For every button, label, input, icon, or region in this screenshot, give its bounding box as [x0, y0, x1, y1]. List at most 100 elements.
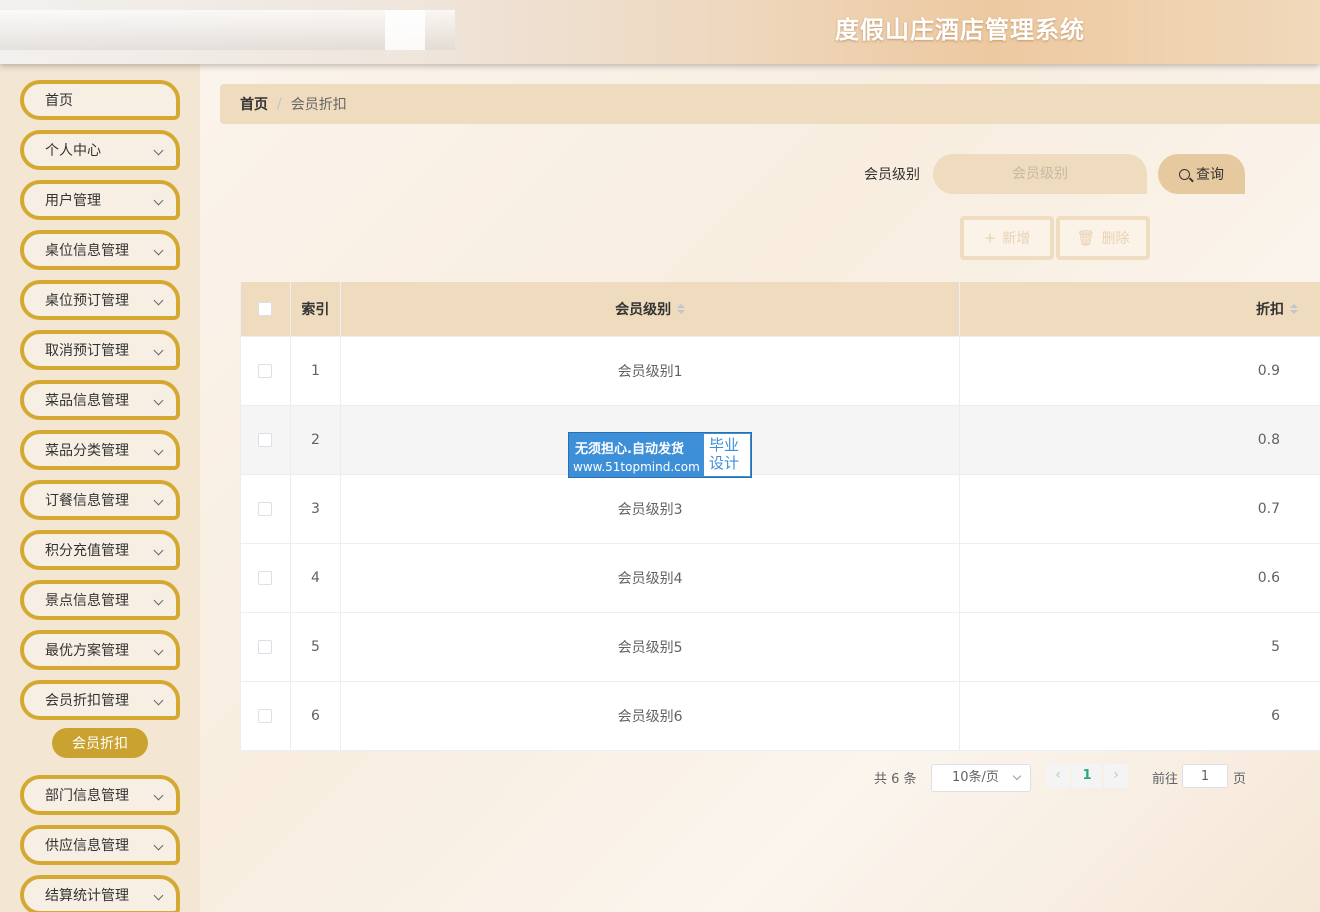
header-checkbox-cell: [241, 282, 291, 337]
sidebar-item-label: 桌位预订管理: [45, 293, 129, 309]
table-row[interactable]: 5 会员级别5 5: [241, 613, 1320, 682]
watermark-box: 毕业设计: [704, 434, 750, 476]
sidebar-subitem-active[interactable]: 会员折扣: [52, 728, 148, 758]
sidebar-item[interactable]: 桌位信息管理: [20, 230, 180, 270]
chevron-down-icon: [153, 595, 164, 606]
table-row[interactable]: 2会员级别20.8: [241, 406, 1320, 475]
sidebar-item[interactable]: 部门信息管理: [20, 775, 180, 815]
sidebar-item[interactable]: 菜品分类管理: [20, 430, 180, 470]
header-decoration: [0, 10, 455, 50]
member-discount-table: 索引 会员级别 折扣 1会员级别10.92会员级别20.83会员级别30.74会…: [240, 282, 1320, 751]
cell-discount: 0.8: [1257, 432, 1280, 448]
top-header: 度假山庄酒店管理系统: [0, 0, 1320, 64]
table-body: 1会员级别10.92会员级别20.83会员级别30.74会员级别40.65会员级…: [241, 337, 1320, 751]
goto-page-input[interactable]: [1182, 764, 1228, 788]
sidebar-item[interactable]: 订餐信息管理: [20, 480, 180, 520]
cell-discount: 0.7: [1257, 501, 1280, 517]
prev-page-button[interactable]: ‹: [1046, 764, 1070, 788]
row-checkbox[interactable]: [258, 364, 273, 378]
select-all-checkbox[interactable]: [258, 302, 273, 316]
query-button[interactable]: 查询: [1158, 154, 1245, 194]
sidebar-item-label: 结算统计管理: [45, 888, 129, 904]
sidebar-item-label: 菜品分类管理: [45, 443, 129, 459]
row-checkbox[interactable]: [258, 709, 273, 723]
sidebar-item[interactable]: 结算统计管理: [20, 875, 180, 912]
sidebar-item-label: 部门信息管理: [45, 788, 129, 804]
sidebar-item-label: 景点信息管理: [45, 593, 129, 609]
sidebar-item-label: 供应信息管理: [45, 838, 129, 854]
trash-icon: 🗑: [1076, 229, 1096, 247]
member-level-search-input[interactable]: [933, 154, 1147, 194]
app-title: 度假山庄酒店管理系统: [835, 16, 1085, 44]
column-header-index: 索引: [290, 282, 341, 337]
sidebar-item[interactable]: 取消预订管理: [20, 330, 180, 370]
sidebar-item[interactable]: 用户管理: [20, 180, 180, 220]
table-row[interactable]: 6 会员级别6 6: [241, 682, 1320, 751]
sidebar-item-label: 个人中心: [45, 143, 101, 159]
sidebar-item-label: 取消预订管理: [45, 343, 129, 359]
sidebar-item[interactable]: 积分充值管理: [20, 530, 180, 570]
row-checkbox[interactable]: [258, 640, 273, 654]
chevron-down-icon: [153, 295, 164, 306]
sidebar-item[interactable]: 桌位预订管理: [20, 280, 180, 320]
row-checkbox[interactable]: [258, 571, 273, 585]
row-checkbox-cell: [241, 406, 291, 474]
sidebar-item[interactable]: 景点信息管理: [20, 580, 180, 620]
sidebar-item-label: 用户管理: [45, 193, 101, 209]
sidebar-item[interactable]: 菜品信息管理: [20, 380, 180, 420]
row-checkbox[interactable]: [258, 433, 273, 447]
page-size-select[interactable]: 10条/页: [931, 764, 1031, 792]
sidebar: 首页个人中心用户管理桌位信息管理 桌位预订管理 取消预订管理菜品信息管理菜品分类管理…: [0, 64, 200, 912]
sidebar-item[interactable]: 会员折扣管理: [20, 680, 180, 720]
sort-icon[interactable]: [677, 304, 686, 314]
table-row[interactable]: 4 会员级别4 0.6: [241, 544, 1320, 613]
page-unit-label: 页: [1233, 772, 1247, 787]
cell-member-level: 会员级别1: [341, 337, 961, 405]
chevron-down-icon: [153, 790, 164, 801]
breadcrumb: 首页 / 会员折扣: [220, 84, 1320, 124]
row-checkbox[interactable]: [258, 502, 273, 516]
cell-member-level: 会员级别4: [341, 544, 961, 612]
delete-button[interactable]: 🗑 删除: [1056, 216, 1150, 260]
sidebar-item[interactable]: 最优方案管理: [20, 630, 180, 670]
row-checkbox-cell: [241, 337, 291, 405]
cell-member-level: 会员级别3: [341, 475, 961, 543]
add-button[interactable]: + 新增: [960, 216, 1054, 260]
chevron-down-icon: [153, 345, 164, 356]
cell-discount: 5: [1271, 639, 1280, 655]
chevron-down-icon: [153, 145, 164, 156]
cell-discount: 0.9: [1257, 363, 1280, 379]
cell-index: 4: [291, 544, 341, 612]
table-row[interactable]: 1 会员级别1 0.9: [241, 337, 1320, 406]
sort-icon[interactable]: [1289, 304, 1298, 314]
sidebar-item[interactable]: 首页: [20, 80, 180, 120]
next-page-button[interactable]: ›: [1104, 764, 1128, 788]
sidebar-item-label: 订餐信息管理: [45, 493, 129, 509]
chevron-down-icon: [153, 495, 164, 506]
row-checkbox-cell: [241, 544, 291, 612]
chevron-down-icon: [153, 890, 164, 901]
sidebar-item[interactable]: 个人中心: [20, 130, 180, 170]
cell-index: 3: [291, 475, 341, 543]
chevron-down-icon: [153, 840, 164, 851]
column-header-member-level[interactable]: 会员级别: [340, 282, 961, 337]
table-row[interactable]: 3 会员级别3 0.7: [241, 475, 1320, 544]
chevron-down-icon: [153, 195, 164, 206]
sidebar-item-label: 桌位信息管理: [45, 243, 129, 259]
main-content: 首页 / 会员折扣 会员级别 查询 + 新增 🗑 删除 索引 会员级别 折扣: [200, 64, 1320, 912]
page-size-value: 10条/页: [952, 770, 999, 785]
chevron-down-icon: [153, 645, 164, 656]
cell-member-level: 会员级别6: [341, 682, 961, 750]
chevron-down-icon: [153, 245, 164, 256]
column-header-discount[interactable]: 折扣: [960, 282, 1320, 337]
chevron-down-icon: [1012, 771, 1022, 781]
breadcrumb-home[interactable]: 首页: [240, 94, 268, 114]
search-icon: [1179, 168, 1190, 180]
add-button-label: 新增: [1002, 231, 1031, 247]
page-number-current[interactable]: 1: [1072, 764, 1102, 788]
chevron-down-icon: [153, 395, 164, 406]
search-label: 会员级别: [864, 167, 920, 183]
sidebar-item-label: 积分充值管理: [45, 543, 129, 559]
sidebar-item[interactable]: 供应信息管理: [20, 825, 180, 865]
cell-index: 2: [291, 406, 341, 474]
